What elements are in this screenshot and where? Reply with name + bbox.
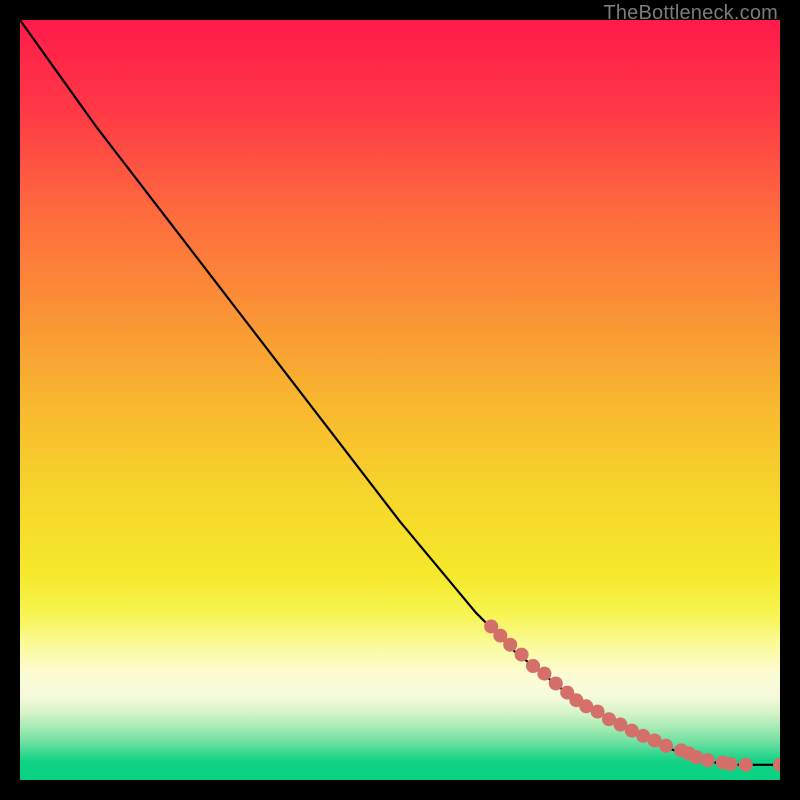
marker-dot bbox=[739, 758, 753, 772]
marker-dot bbox=[537, 667, 551, 681]
marker-dot bbox=[526, 659, 540, 673]
plot-area bbox=[20, 20, 780, 780]
marker-dot bbox=[773, 758, 780, 772]
marker-dot bbox=[503, 638, 517, 652]
marker-dot bbox=[549, 676, 563, 690]
marker-series bbox=[20, 20, 780, 780]
marker-dot bbox=[515, 648, 529, 662]
marker-dot bbox=[591, 705, 605, 719]
chart-frame: TheBottleneck.com bbox=[0, 0, 800, 800]
watermark-text: TheBottleneck.com bbox=[603, 2, 778, 25]
marker-dot bbox=[701, 753, 715, 767]
marker-dot bbox=[659, 739, 673, 753]
marker-dot bbox=[724, 757, 738, 771]
